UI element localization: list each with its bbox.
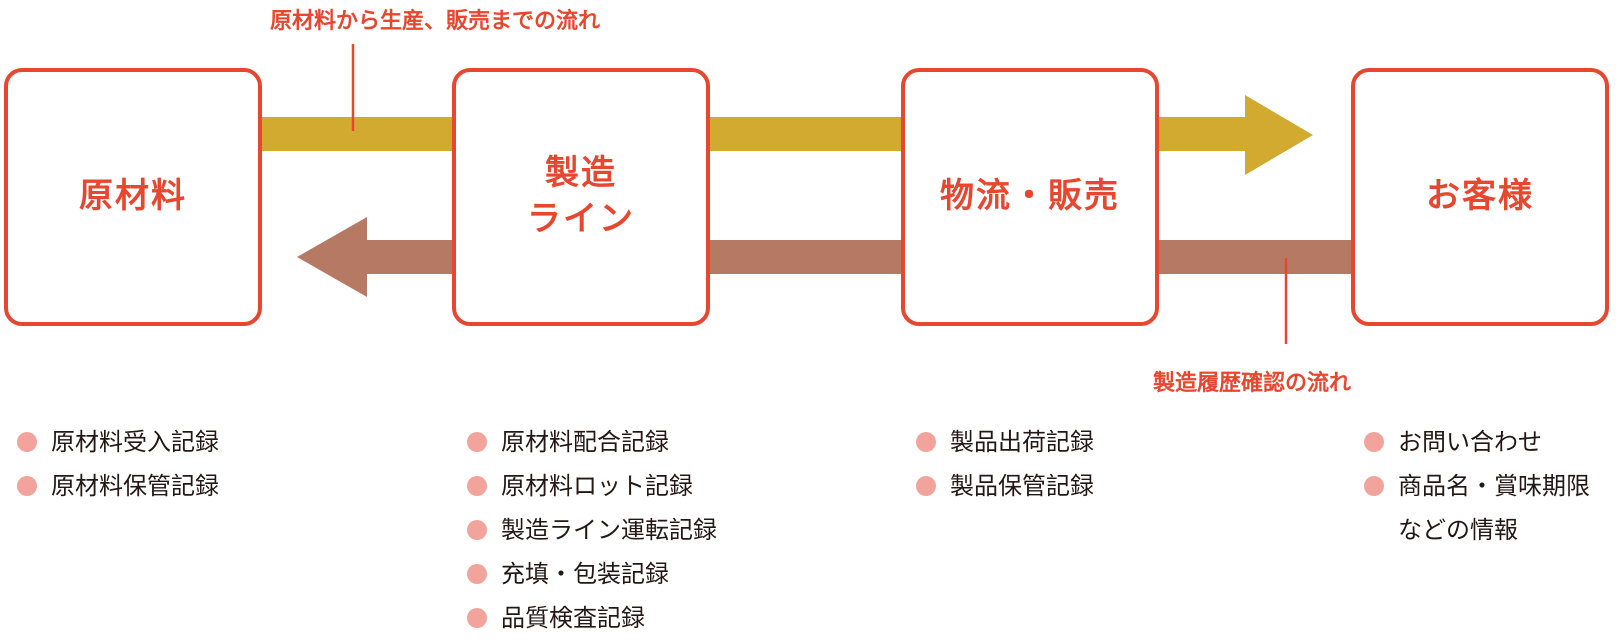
list-item-text: お問い合わせ [1398, 428, 1542, 456]
list-item: 製造ライン運転記録 [467, 508, 717, 552]
bullet-dot [467, 520, 487, 540]
record-list-logistics-sales: 製品出荷記録 製品保管記録 [916, 420, 1094, 508]
bullet-dot [1364, 432, 1384, 452]
stage-label-raw-materials: 原材料 [79, 176, 187, 217]
bullet-dot [467, 564, 487, 584]
list-item: 原材料受入記録 [17, 420, 219, 464]
list-item-text: 製品出荷記録 [950, 428, 1094, 456]
bullet-dot [916, 476, 936, 496]
record-list-customer: お問い合わせ 商品名・賞味期限 などの情報 [1364, 420, 1590, 552]
list-item: 原材料保管記録 [17, 464, 219, 508]
bullet-dot [1364, 476, 1384, 496]
list-item-text: 原材料受入記録 [51, 428, 219, 456]
forward-flow-caption: 原材料から生産、販売までの流れ [270, 9, 601, 34]
list-item: 充填・包装記録 [467, 552, 717, 596]
list-item: 製品保管記録 [916, 464, 1094, 508]
flow-diagram: 原材料から生産、販売までの流れ 製造履歴確認の流れ 原材料 製造 ライン 物流・… [0, 0, 1620, 633]
bullet-dot [17, 432, 37, 452]
list-item-text: 原材料配合記録 [501, 428, 669, 456]
bullet-dot [916, 432, 936, 452]
bullet-dot [467, 608, 487, 628]
list-item: 商品名・賞味期限 などの情報 [1364, 464, 1590, 552]
list-item: 品質検査記録 [467, 596, 717, 640]
stage-box-logistics-sales: 物流・販売 [901, 68, 1159, 326]
forward-arrowhead [1245, 95, 1313, 175]
list-item-text: 原材料保管記録 [51, 472, 219, 500]
list-item-text: 原材料ロット記録 [501, 472, 693, 500]
list-item-text: 商品名・賞味期限 などの情報 [1398, 472, 1590, 544]
backward-flow-caption: 製造履歴確認の流れ [1153, 371, 1352, 396]
list-item: 原材料ロット記録 [467, 464, 717, 508]
bullet-dot [17, 476, 37, 496]
stage-label-logistics-sales: 物流・販売 [940, 176, 1120, 217]
record-list-production-line: 原材料配合記録 原材料ロット記録 製造ライン運転記録 充填・包装記録 品質検査記… [467, 420, 717, 640]
stage-box-customer: お客様 [1351, 68, 1609, 326]
list-item-text: 製造ライン運転記録 [501, 516, 717, 544]
list-item-text: 品質検査記録 [501, 604, 645, 632]
backward-arrowhead [297, 217, 367, 297]
record-list-raw-materials: 原材料受入記録 原材料保管記録 [17, 420, 219, 508]
bullet-dot [467, 476, 487, 496]
list-item: 製品出荷記録 [916, 420, 1094, 464]
stage-box-raw-materials: 原材料 [4, 68, 262, 326]
list-item-text: 製品保管記録 [950, 472, 1094, 500]
list-item-text: 充填・包装記録 [501, 560, 669, 588]
list-item: お問い合わせ [1364, 420, 1590, 464]
stage-label-customer: お客様 [1426, 176, 1534, 217]
list-item: 原材料配合記録 [467, 420, 717, 464]
bullet-dot [467, 432, 487, 452]
stage-box-production-line: 製造 ライン [452, 68, 710, 326]
stage-label-production-line: 製造 ライン [527, 153, 635, 239]
